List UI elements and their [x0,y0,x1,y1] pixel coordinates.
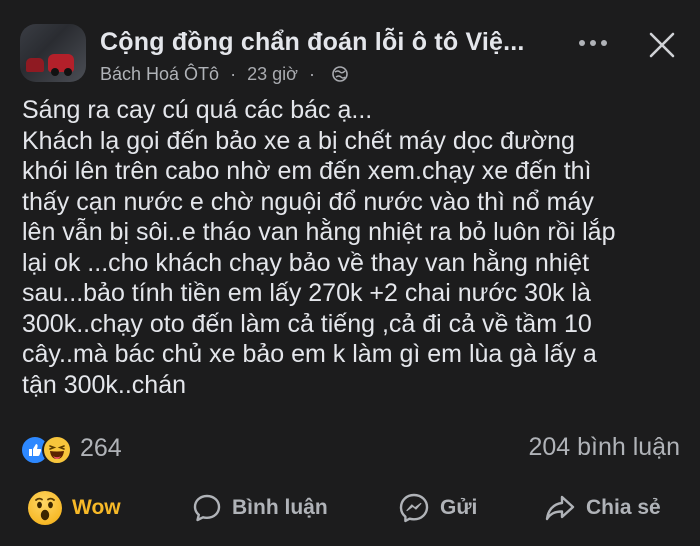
post-header: Cộng đồng chẩn đoán lỗi ô tô Việ... Bách… [0,0,700,96]
share-icon [545,495,575,521]
close-icon [649,32,675,58]
haha-icon [42,435,72,465]
reaction-summary[interactable]: 264 [20,432,122,465]
post-text-line: Sáng ra cay cú quá các bác ạ... [22,96,373,124]
meta-separator: · [308,64,315,84]
more-options-button[interactable] [576,30,610,56]
messenger-icon [399,493,429,523]
wow-label: Wow [72,496,121,519]
post-text-line: thấy cạn nước e chờ nguội đổ nước vào th… [22,187,594,216]
wow-icon [28,491,62,525]
share-label: Chia sẻ [586,496,661,519]
avatar-car-image [26,58,44,72]
meta-separator: · [230,64,237,84]
send-label: Gửi [440,496,478,519]
wow-reaction-button[interactable]: Wow [28,486,121,530]
post-text-line: Khách lạ gọi đến bảo xe a bị chết máy dọ… [22,126,575,155]
comment-count-link[interactable]: 204 bình luận [528,433,680,462]
share-button[interactable]: Chia sẻ [544,486,661,530]
globe-icon [332,66,348,82]
comment-icon [193,494,221,522]
post-text-line: sau...bảo tính tiền em lấy 270k +2 chai … [22,279,591,307]
post-text-line: 300k..chạy oto đến làm cả tiếng ,cả đi c… [22,309,592,338]
comment-label: Bình luận [232,496,328,519]
post-meta: Bách Hoá ÔTô · 23 giờ · [100,64,348,85]
action-bar: Wow Bình luận Gửi Chia sẻ [0,486,700,530]
avatar-wheel [64,68,72,76]
post-text-line: khói lên trên cabo nhờ em đến xem.chạy x… [22,157,592,185]
post-text-line: lên vẫn bị sôi..e tháo van hằng nhiệt ra… [22,218,616,246]
avatar-wheel [51,68,59,76]
post-text-line: lại ok ...cho khách chạy bảo về thay van… [22,248,590,277]
more-dots-icon [579,40,607,46]
send-button[interactable]: Gửi [398,486,477,530]
post-text-line: cây..mà bác chủ xe bảo em k làm gì em lù… [22,340,597,368]
reaction-count: 264 [80,433,122,462]
close-button[interactable] [645,28,679,62]
author-name[interactable]: Bách Hoá ÔTô [100,64,219,84]
post-time[interactable]: 23 giờ [247,64,298,84]
reaction-icons [20,432,78,465]
group-avatar[interactable] [20,24,86,82]
post-text-line: tận 300k..chán [22,370,187,399]
comment-button[interactable]: Bình luận [192,486,328,530]
post-text: Sáng ra cay cú quá các bác ạ... Khách lạ… [22,95,682,400]
group-title-link[interactable]: Cộng đồng chẩn đoán lỗi ô tô Việ... [100,28,525,57]
